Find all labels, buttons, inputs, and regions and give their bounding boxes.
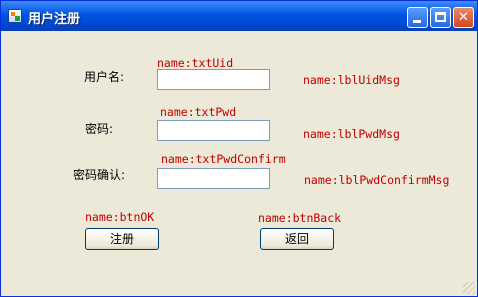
app-icon[interactable] [8, 9, 22, 23]
txtpwd-name-annotation: name:txtPwd [160, 105, 237, 119]
title-bar[interactable]: 用户注册 ✕ [1, 1, 477, 31]
btnback-name-annotation: name:btnBack [258, 211, 342, 225]
register-button[interactable]: 注册 [85, 228, 159, 250]
minimize-button[interactable] [407, 7, 428, 28]
lblpwdconfirmmsg-label: name:lblPwdConfirmMsg [304, 173, 450, 187]
lbluidmsg-label: name:lblUidMsg [303, 73, 400, 87]
password-input[interactable] [157, 120, 270, 141]
txtpwdconfirm-name-annotation: name:txtPwdConfirm [161, 152, 286, 166]
password-confirm-input[interactable] [157, 168, 270, 189]
resize-grip[interactable] [463, 282, 475, 294]
btnok-name-annotation: name:btnOK [85, 210, 155, 224]
window-title: 用户注册 [28, 12, 81, 27]
password-confirm-label: 密码确认: [73, 168, 126, 182]
back-button[interactable]: 返回 [260, 228, 334, 250]
username-label: 用户名: [84, 70, 125, 84]
close-icon: ✕ [458, 10, 469, 25]
maximize-icon [435, 12, 446, 22]
lblpwdmsg-label: name:lblPwdMsg [303, 127, 400, 141]
password-label: 密码: [85, 122, 114, 136]
registration-window: 用户注册 ✕ name:txtUid 用户名: name:lblUidMsg n… [0, 0, 478, 297]
maximize-button[interactable] [430, 7, 451, 28]
close-button[interactable]: ✕ [453, 7, 474, 28]
minimize-icon [413, 20, 421, 23]
username-input[interactable] [157, 69, 270, 90]
txtuid-name-annotation: name:txtUid [157, 56, 234, 70]
